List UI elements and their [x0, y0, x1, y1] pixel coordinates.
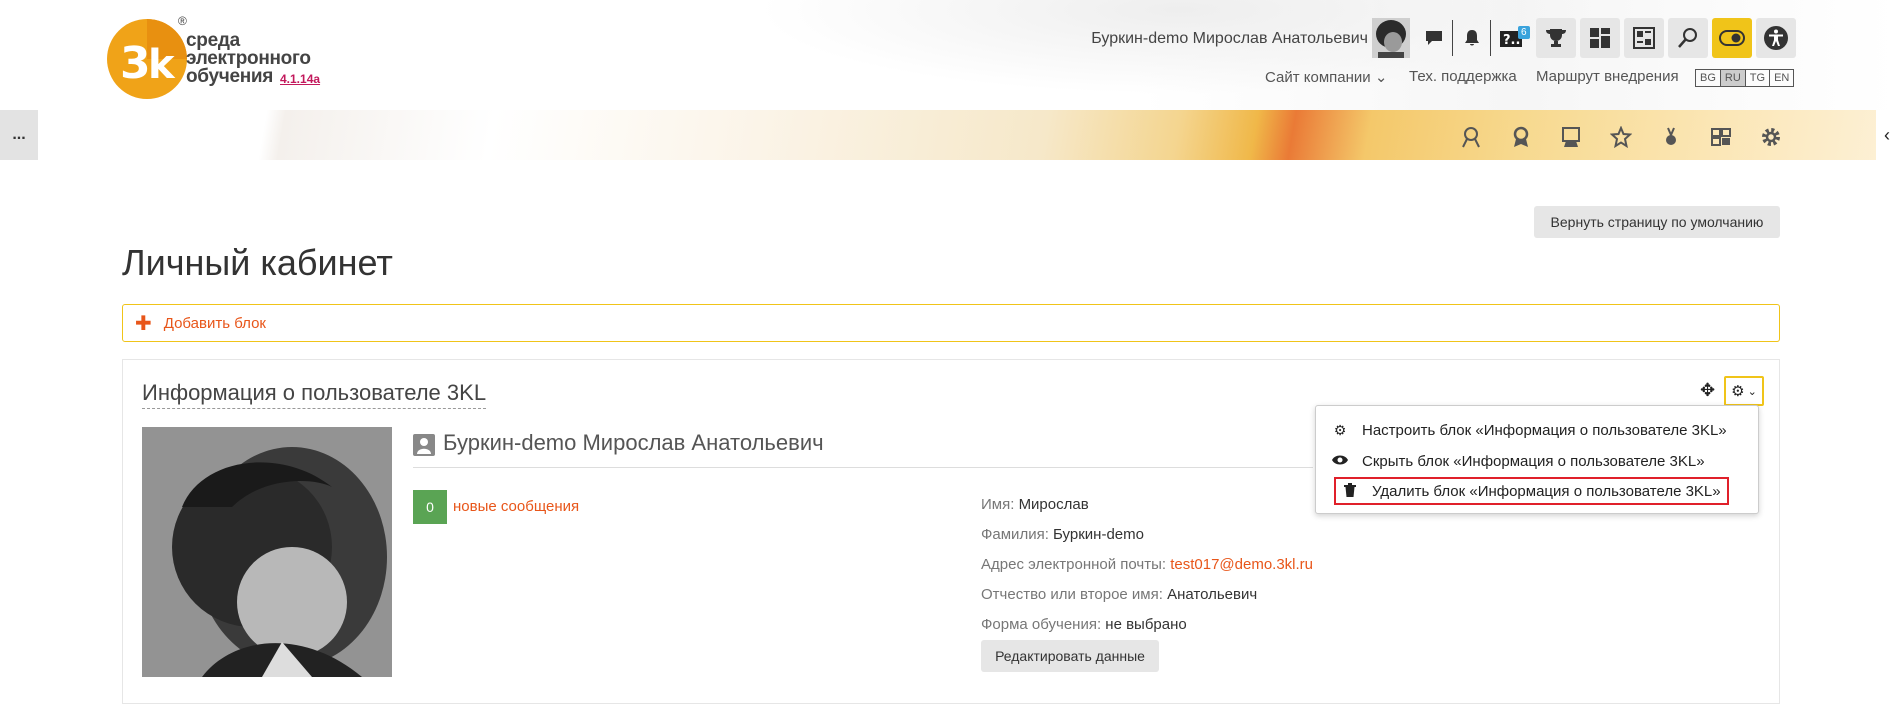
- menu-item-label: Скрыть блок «Информация о пользователе 3…: [1362, 452, 1705, 470]
- add-block-label: Добавить блок: [163, 314, 266, 332]
- menu-hide-block[interactable]: Скрыть блок «Информация о пользователе 3…: [1330, 449, 1705, 473]
- field-value: Буркин-demo: [1053, 526, 1144, 543]
- field-label: Фамилия:: [981, 526, 1049, 543]
- menu-item-label: Удалить блок «Информация о пользователе …: [1372, 482, 1721, 500]
- registered-mark: ®: [178, 14, 187, 28]
- gear-icon: ⚙: [1333, 421, 1347, 438]
- support-link[interactable]: Тех. поддержка: [1409, 68, 1517, 85]
- field-value: Мирослав: [1018, 496, 1089, 513]
- edit-profile-button[interactable]: Редактировать данные: [981, 640, 1159, 672]
- theme-toggle-icon[interactable]: [1712, 18, 1752, 58]
- field-label: Отчество или второе имя:: [981, 586, 1163, 603]
- svg-text:k: k: [148, 42, 176, 88]
- block-actions-toggle[interactable]: ⚙ ⌄: [1724, 376, 1764, 406]
- add-block-button[interactable]: ✚ Добавить блок: [122, 304, 1780, 342]
- new-messages-link[interactable]: новые сообщения: [453, 498, 579, 515]
- search-icon[interactable]: [1668, 18, 1708, 58]
- divider: [413, 467, 1313, 468]
- page-title: Личный кабинет: [122, 242, 393, 283]
- field-label: Форма обучения:: [981, 616, 1102, 633]
- company-site-link[interactable]: Сайт компании ⌄: [1265, 68, 1387, 86]
- field-value: не выбрано: [1105, 616, 1187, 633]
- gear-icon[interactable]: [1758, 124, 1784, 150]
- user-avatar[interactable]: [1372, 18, 1410, 58]
- menu-configure-block[interactable]: ⚙ Настроить блок «Информация о пользоват…: [1330, 418, 1727, 442]
- user-full-name: Буркин-demo Мирослав Анатольевич: [443, 430, 824, 455]
- help-badge: 6: [1518, 26, 1530, 39]
- user-photo: [142, 427, 392, 677]
- user-name[interactable]: Буркин-demo Мирослав Анатольевич: [1091, 30, 1368, 48]
- new-messages-count: 0: [413, 490, 447, 524]
- left-drawer-button[interactable]: ...: [0, 110, 38, 160]
- gear-icon: ⚙: [1731, 383, 1745, 400]
- email-link[interactable]: test017@demo.3kl.ru: [1170, 556, 1313, 573]
- notifications-bell-icon[interactable]: [1452, 18, 1492, 58]
- chevron-left-icon[interactable]: ‹: [1876, 110, 1898, 160]
- certificate-icon[interactable]: [1558, 124, 1584, 150]
- field-label: Адрес электронной почты:: [981, 556, 1167, 573]
- logo-version: 4.1.14a: [280, 72, 321, 86]
- grid-icon[interactable]: [1708, 124, 1734, 150]
- block-title: Информация о пользователе 3KL: [142, 380, 487, 409]
- eye-icon: [1330, 453, 1350, 469]
- field-email: Адрес электронной почты: test017@demo.3k…: [981, 556, 1313, 573]
- accessibility-icon[interactable]: [1756, 18, 1796, 58]
- medal-icon[interactable]: [1658, 124, 1684, 150]
- chevron-down-icon: ⌄: [1374, 69, 1388, 86]
- block-actions-menu: ⚙ Настроить блок «Информация о пользоват…: [1315, 405, 1759, 514]
- trash-icon: [1340, 482, 1360, 500]
- chevron-down-icon: ⌄: [1747, 385, 1757, 398]
- badge-icon[interactable]: [1508, 124, 1534, 150]
- move-icon[interactable]: ✥: [1700, 380, 1715, 401]
- language-switcher: BG RU TG EN: [1695, 69, 1795, 87]
- messages-icon[interactable]: [1414, 18, 1454, 58]
- trophy-icon[interactable]: [1536, 18, 1576, 58]
- menu-item-label: Настроить блок «Информация о пользовател…: [1362, 421, 1727, 439]
- lang-bg[interactable]: BG: [1696, 70, 1721, 86]
- menu-delete-block[interactable]: Удалить блок «Информация о пользователе …: [1334, 477, 1729, 505]
- lang-tg[interactable]: TG: [1746, 70, 1771, 86]
- field-value: Анатольевич: [1167, 586, 1258, 603]
- route-link[interactable]: Маршрут внедрения: [1536, 68, 1679, 85]
- field-middle-name: Отчество или второе имя: Анатольевич: [981, 586, 1257, 603]
- field-first-name: Имя: Мирослав: [981, 496, 1089, 513]
- user-profile-icon[interactable]: [1458, 124, 1484, 150]
- field-last-name: Фамилия: Буркин-demo: [981, 526, 1144, 543]
- logo[interactable]: 3 k ® среда электронного обучения 4.1.14…: [104, 14, 334, 102]
- company-site-label: Сайт компании: [1265, 69, 1371, 86]
- avatar-image: [1372, 18, 1410, 58]
- header-separator: [1490, 20, 1491, 56]
- lang-ru[interactable]: RU: [1720, 70, 1746, 86]
- logo-icon: 3 k: [107, 19, 187, 99]
- lang-en[interactable]: EN: [1770, 70, 1793, 86]
- star-icon[interactable]: [1608, 124, 1634, 150]
- courses-icon[interactable]: [1624, 18, 1664, 58]
- reset-page-button[interactable]: Вернуть страницу по умолчанию: [1534, 206, 1780, 238]
- user-card-icon: [413, 434, 435, 456]
- field-label: Имя:: [981, 496, 1015, 513]
- plus-icon: ✚: [135, 312, 152, 335]
- dashboard-icon[interactable]: [1580, 18, 1620, 58]
- field-study-form: Форма обучения: не выбрано: [981, 616, 1187, 633]
- svg-text:3: 3: [120, 38, 151, 89]
